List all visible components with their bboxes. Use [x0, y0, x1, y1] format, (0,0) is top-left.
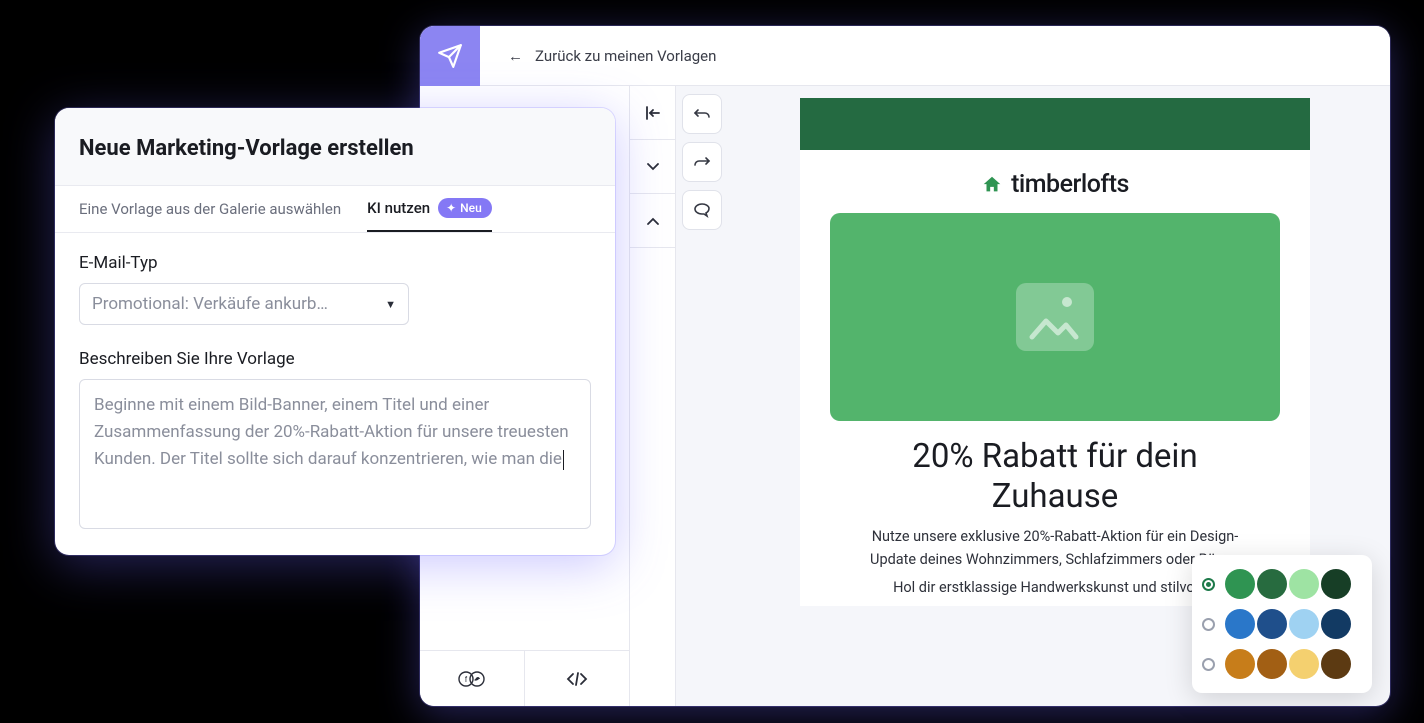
expand-down-button[interactable]	[630, 140, 675, 194]
redo-icon	[693, 156, 711, 168]
tab-ai[interactable]: KI nutzen ✦ Neu	[367, 198, 492, 232]
new-badge-label: Neu	[460, 201, 482, 215]
brand: timberlofts	[800, 150, 1310, 203]
modal-body: E-Mail-Typ Promotional: Verkäufe ankurb……	[55, 233, 615, 555]
color-swatch	[1225, 609, 1255, 639]
text-cursor	[563, 450, 564, 470]
back-to-templates[interactable]: ← Zurück zu meinen Vorlagen	[480, 47, 716, 65]
social-icons-button[interactable]: f	[420, 651, 524, 706]
describe-template-label: Beschreiben Sie Ihre Vorlage	[79, 349, 591, 369]
create-template-modal: Neue Marketing-Vorlage erstellen Eine Vo…	[55, 108, 615, 555]
color-swatch	[1289, 649, 1319, 679]
color-swatch	[1225, 649, 1255, 679]
palette-radio[interactable]	[1202, 658, 1215, 671]
mini-toolbar	[630, 86, 676, 706]
brand-name: timberlofts	[1011, 170, 1129, 199]
email-type-select[interactable]: Promotional: Verkäufe ankurb… ▼	[79, 283, 409, 325]
color-swatch	[1257, 609, 1287, 639]
house-icon	[981, 174, 1003, 196]
chevron-up-icon	[647, 217, 659, 225]
palette-radio[interactable]	[1202, 618, 1215, 631]
chevron-down-icon: ▼	[385, 298, 396, 311]
describe-template-value: Beginne mit einem Bild-Banner, einem Tit…	[94, 395, 569, 469]
email-type-label: E-Mail-Typ	[79, 253, 591, 273]
arrow-left-icon: ←	[508, 47, 523, 65]
comment-button[interactable]	[682, 190, 722, 230]
social-icon: f	[457, 670, 487, 688]
new-badge: ✦ Neu	[438, 198, 492, 218]
email-headline: 20% Rabatt für dein Zuhause	[800, 429, 1310, 526]
email-preview: timberlofts 20% Rabatt für dein Zuhause …	[800, 98, 1310, 606]
palette-radio[interactable]	[1202, 578, 1215, 591]
modal-tabs: Eine Vorlage aus der Galerie auswählen K…	[55, 186, 615, 233]
tab-gallery-label: Eine Vorlage aus der Galerie auswählen	[79, 200, 341, 218]
color-swatch	[1257, 649, 1287, 679]
color-swatch	[1257, 569, 1287, 599]
chevron-down-icon	[647, 163, 659, 171]
svg-text:f: f	[465, 675, 468, 684]
app-logo[interactable]	[420, 26, 480, 86]
color-palette-popup	[1192, 555, 1372, 693]
tab-ai-label: KI nutzen	[367, 199, 430, 217]
editor-header: ← Zurück zu meinen Vorlagen	[420, 26, 1390, 86]
palette-row[interactable]	[1202, 569, 1360, 599]
sparkle-icon: ✦	[446, 201, 456, 215]
send-icon	[437, 43, 463, 69]
left-panel-footer: f	[420, 650, 629, 706]
color-swatch	[1321, 569, 1351, 599]
swatch-group	[1225, 649, 1351, 679]
undo-button[interactable]	[682, 94, 722, 134]
code-button[interactable]	[524, 651, 629, 706]
comment-icon	[693, 202, 711, 218]
swatch-group	[1225, 569, 1351, 599]
collapse-left-button[interactable]	[630, 86, 675, 140]
hero-image-placeholder[interactable]	[830, 213, 1280, 421]
color-swatch	[1321, 649, 1351, 679]
action-toolbar	[676, 86, 728, 706]
undo-icon	[693, 108, 711, 120]
color-swatch	[1225, 569, 1255, 599]
image-icon	[1016, 283, 1094, 351]
redo-button[interactable]	[682, 142, 722, 182]
email-header-band	[800, 98, 1310, 150]
color-swatch	[1321, 609, 1351, 639]
email-type-value: Promotional: Verkäufe ankurb…	[92, 294, 328, 314]
color-swatch	[1289, 569, 1319, 599]
color-swatch	[1289, 609, 1319, 639]
back-label: Zurück zu meinen Vorlagen	[535, 47, 716, 65]
modal-title: Neue Marketing-Vorlage erstellen	[79, 136, 591, 161]
palette-row[interactable]	[1202, 609, 1360, 639]
palette-row[interactable]	[1202, 649, 1360, 679]
tab-gallery[interactable]: Eine Vorlage aus der Galerie auswählen	[79, 200, 341, 230]
modal-header: Neue Marketing-Vorlage erstellen	[55, 108, 615, 186]
swatch-group	[1225, 609, 1351, 639]
collapse-up-button[interactable]	[630, 194, 675, 248]
code-icon	[566, 671, 588, 687]
describe-template-input[interactable]: Beginne mit einem Bild-Banner, einem Tit…	[79, 379, 591, 529]
collapse-left-icon	[645, 106, 661, 120]
